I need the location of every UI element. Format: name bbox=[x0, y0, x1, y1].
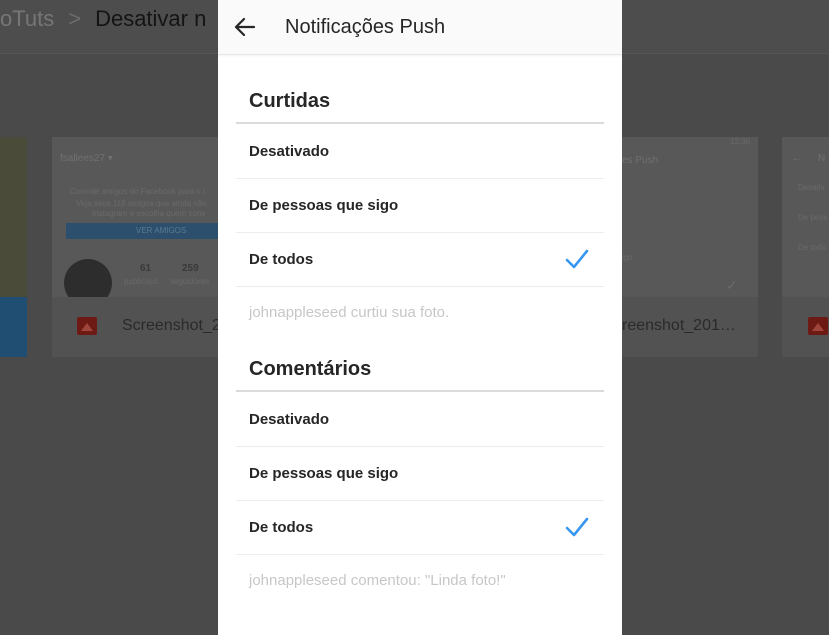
section-title-comments: Comentários bbox=[249, 358, 372, 380]
thumb-stat-followers: 259 bbox=[182, 263, 199, 274]
breadcrumb-separator: > bbox=[68, 6, 82, 31]
thumb-invite-text: Convide amigos do Facebook para o I bbox=[70, 187, 206, 196]
file-thumbnail: fsallees27 ▾ Convide amigos do Facebook … bbox=[52, 137, 220, 297]
image-file-icon bbox=[77, 317, 97, 335]
likes-option-off[interactable]: Desativado bbox=[236, 125, 604, 179]
option-label: Desativado bbox=[249, 143, 330, 160]
option-label: De pessoas que sigo bbox=[249, 465, 399, 482]
thumb-invite-sub2: Instagram e escolha quem conv bbox=[92, 209, 206, 218]
section-divider bbox=[236, 390, 604, 392]
thumb-header: es Push bbox=[622, 155, 659, 166]
likes-option-everyone[interactable]: De todos bbox=[236, 233, 604, 287]
file-thumbnail bbox=[0, 137, 27, 297]
avatar bbox=[64, 259, 112, 297]
thumb-title: N bbox=[818, 153, 826, 164]
breadcrumb-parent[interactable]: oTuts bbox=[0, 6, 54, 31]
checkmark-icon bbox=[564, 515, 590, 539]
file-thumbnail: ← N Desativ De pess De todo bbox=[782, 137, 829, 297]
thumb-item: De todo bbox=[798, 243, 827, 252]
comments-option-everyone[interactable]: De todos bbox=[236, 501, 604, 555]
option-label: Desativado bbox=[249, 411, 330, 428]
thumb-item: Desativ bbox=[798, 183, 825, 192]
breadcrumb-current: Desativar n bbox=[95, 6, 207, 31]
option-label: De pessoas que sigo bbox=[249, 197, 399, 214]
likes-option-people-i-follow[interactable]: De pessoas que sigo bbox=[236, 179, 604, 233]
thumb-stat-posts: 61 bbox=[140, 263, 152, 274]
file-card-right-partial[interactable]: ← N Desativ De pess De todo bbox=[782, 137, 829, 357]
comments-preview-text: johnappleseed comentou: "Linda foto!" bbox=[249, 572, 506, 589]
likes-preview-text: johnappleseed curtiu sua foto. bbox=[249, 304, 450, 321]
push-notifications-screen: Notificações Push Curtidas Desativado De… bbox=[218, 0, 622, 635]
checkmark-icon bbox=[564, 247, 590, 271]
file-thumbnail: 12:36 es Push igo ✓ bbox=[622, 137, 758, 297]
comments-option-off[interactable]: Desativado bbox=[236, 393, 604, 447]
image-file-icon bbox=[808, 317, 828, 335]
file-card-left-partial[interactable] bbox=[0, 137, 27, 357]
thumb-stat-posts-label: publicaçõ bbox=[124, 277, 158, 286]
option-label: De todos bbox=[249, 519, 314, 536]
thumb-time: 12:36 bbox=[730, 137, 751, 146]
thumb-item: igo bbox=[622, 253, 633, 262]
thumb-button-label: VER AMIGOS bbox=[136, 226, 187, 235]
back-arrow-icon[interactable] bbox=[232, 14, 258, 40]
thumb-back-arrow-icon: ← bbox=[792, 153, 802, 164]
file-card-screenshot-2[interactable]: 12:36 es Push igo ✓ reenshot_201… bbox=[622, 137, 758, 357]
comments-option-people-i-follow[interactable]: De pessoas que sigo bbox=[236, 447, 604, 501]
section-divider bbox=[236, 122, 604, 124]
file-card-screenshot-1[interactable]: fsallees27 ▾ Convide amigos do Facebook … bbox=[52, 137, 221, 357]
section-title-likes: Curtidas bbox=[249, 90, 331, 112]
thumb-invite-sub: Veja seus 118 amigos que ainda não bbox=[76, 199, 207, 208]
page-title: Notificações Push bbox=[285, 16, 446, 38]
selected-highlight bbox=[0, 297, 27, 357]
thumb-check-icon: ✓ bbox=[726, 277, 738, 293]
thumb-username: fsallees27 ▾ bbox=[60, 153, 113, 164]
thumb-stat-followers-label: seguidores bbox=[170, 277, 210, 286]
file-name: Screenshot_2 bbox=[122, 317, 221, 334]
option-label: De todos bbox=[249, 251, 314, 268]
thumb-see-friends-button: VER AMIGOS bbox=[66, 223, 220, 239]
file-name: reenshot_201… bbox=[622, 317, 736, 334]
thumb-item: De pess bbox=[798, 213, 828, 222]
breadcrumb: oTuts > Desativar n bbox=[0, 6, 206, 32]
app-bar: Notificações Push bbox=[218, 0, 622, 55]
